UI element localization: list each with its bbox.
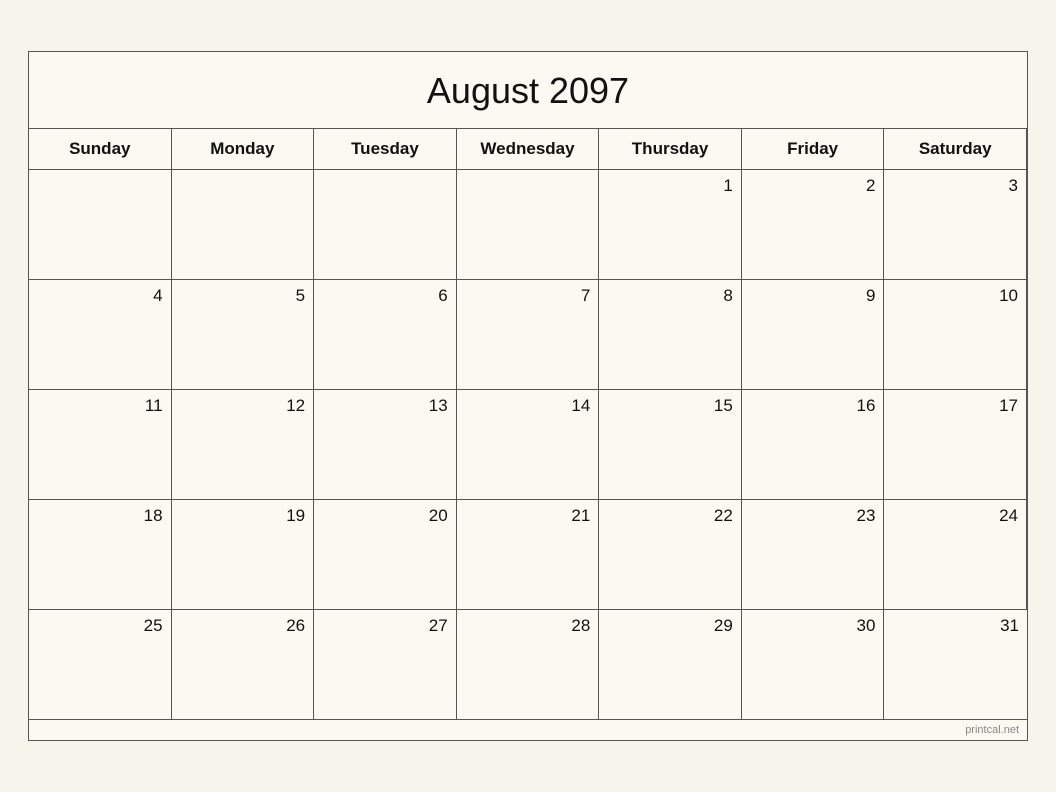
header-sunday: Sunday [29, 129, 172, 170]
table-row: 13 [314, 390, 457, 500]
header-friday: Friday [742, 129, 885, 170]
table-row: 5 [172, 280, 315, 390]
table-row: 24 [884, 500, 1027, 610]
table-row: 15 [599, 390, 742, 500]
table-row: 27 [314, 610, 457, 720]
table-row: 22 [599, 500, 742, 610]
table-row: 30 [742, 610, 885, 720]
table-row: 1 [599, 170, 742, 280]
table-row: 31 [884, 610, 1027, 720]
table-row: 17 [884, 390, 1027, 500]
table-row: 4 [29, 280, 172, 390]
table-row: 2 [742, 170, 885, 280]
table-row [29, 170, 172, 280]
table-row: 26 [172, 610, 315, 720]
calendar: August 2097 Sunday Monday Tuesday Wednes… [28, 51, 1028, 741]
table-row: 25 [29, 610, 172, 720]
table-row: 21 [457, 500, 600, 610]
table-row: 18 [29, 500, 172, 610]
calendar-grid: Sunday Monday Tuesday Wednesday Thursday… [29, 129, 1027, 720]
table-row: 20 [314, 500, 457, 610]
calendar-title: August 2097 [29, 52, 1027, 129]
table-row: 28 [457, 610, 600, 720]
table-row: 14 [457, 390, 600, 500]
table-row [457, 170, 600, 280]
table-row: 23 [742, 500, 885, 610]
header-saturday: Saturday [884, 129, 1027, 170]
table-row: 3 [884, 170, 1027, 280]
header-monday: Monday [172, 129, 315, 170]
header-thursday: Thursday [599, 129, 742, 170]
watermark: printcal.net [29, 720, 1027, 740]
table-row [172, 170, 315, 280]
table-row: 29 [599, 610, 742, 720]
table-row: 11 [29, 390, 172, 500]
table-row: 7 [457, 280, 600, 390]
table-row: 19 [172, 500, 315, 610]
table-row: 8 [599, 280, 742, 390]
table-row: 6 [314, 280, 457, 390]
table-row: 10 [884, 280, 1027, 390]
table-row: 9 [742, 280, 885, 390]
table-row [314, 170, 457, 280]
header-wednesday: Wednesday [457, 129, 600, 170]
table-row: 12 [172, 390, 315, 500]
table-row: 16 [742, 390, 885, 500]
header-tuesday: Tuesday [314, 129, 457, 170]
